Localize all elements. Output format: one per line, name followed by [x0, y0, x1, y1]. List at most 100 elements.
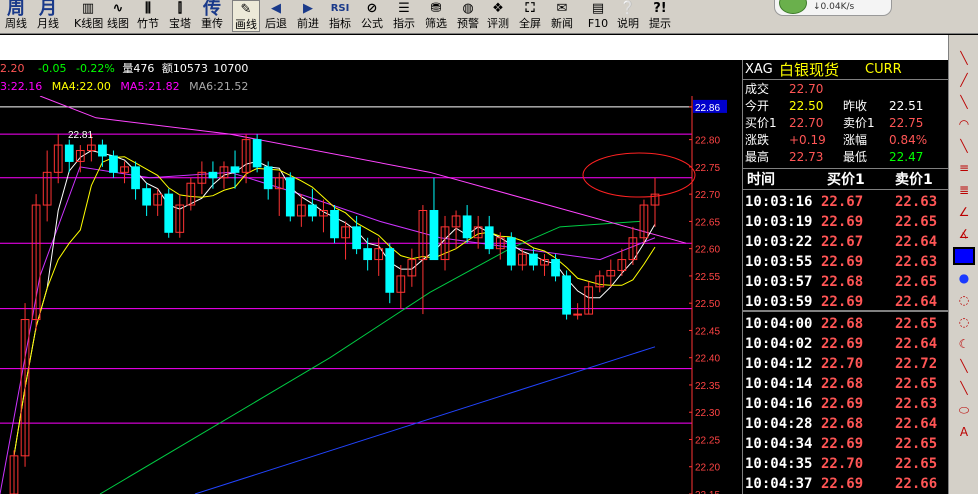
- tick-bid: 22.70: [821, 456, 864, 472]
- resend-button[interactable]: 传重传: [198, 0, 226, 32]
- candle-body: [429, 209, 439, 261]
- y-tick-label: 22.15: [695, 490, 720, 494]
- candle-body: [551, 259, 560, 277]
- tick-bid: 22.68: [821, 416, 864, 432]
- tower-label: 宝塔: [169, 17, 191, 30]
- draw-tool-icon[interactable]: ●: [953, 269, 975, 287]
- draw-tool-icon[interactable]: ◠: [953, 115, 975, 133]
- explain-button[interactable]: ❔ 说明: [614, 0, 642, 32]
- kline-label: K线图: [74, 17, 104, 30]
- chart-area[interactable]: 2.20 -0.05 -0.22% 量476 额10573 10700 3:22…: [0, 60, 742, 494]
- linechart-button[interactable]: ∿ 线图: [104, 0, 132, 32]
- alert-label: 预警: [457, 17, 479, 30]
- ma3-line: [13, 149, 656, 456]
- back-button[interactable]: ◀ 后退: [262, 0, 290, 32]
- draw-tool-icon[interactable]: ╲: [953, 379, 975, 397]
- draw-tool-icon[interactable]: ⬭: [953, 401, 975, 419]
- indicator-button[interactable]: RSI 指标: [326, 0, 354, 32]
- hint-button[interactable]: ?! 提示: [646, 0, 674, 32]
- tick-bid: 22.70: [821, 356, 864, 372]
- draw-tool-icon[interactable]: ≣: [953, 181, 975, 199]
- tick-bid: 22.68: [821, 274, 864, 290]
- tick-ask: 22.65: [895, 274, 938, 290]
- draw-tool-icon[interactable]: ╱: [953, 71, 975, 89]
- fullscreen-button[interactable]: ⛶ 全屏: [516, 0, 544, 32]
- alert-button[interactable]: ◍ 预警: [454, 0, 482, 32]
- quote-label: 最低: [843, 150, 868, 164]
- title-strip: [0, 35, 978, 60]
- kline-chart[interactable]: 22.86 22.80 22.75 22.70 22.65 22.60 22.55 22.50…: [0, 96, 742, 494]
- tick-bid: 22.69: [821, 436, 864, 452]
- draw-tool-icon[interactable]: ╲: [953, 357, 975, 375]
- quote-label: 昨收: [843, 99, 868, 113]
- quote-label: 买价1: [745, 116, 777, 130]
- draw-tool-icon[interactable]: ≡: [953, 159, 975, 177]
- ma-legend: 3:22.16 MA4:22.00 MA5:21.82 MA6:21.52: [0, 79, 742, 95]
- draw-tool-icon[interactable]: A: [953, 423, 975, 441]
- info-change-pct: -0.22%: [75, 62, 115, 75]
- monthly-label: 月线: [37, 17, 59, 30]
- tick-bid: 22.69: [821, 396, 864, 412]
- y-tick-label: 22.70: [695, 190, 720, 201]
- explain-icon: ❔: [619, 1, 637, 16]
- filter-icon: ⛃: [430, 1, 442, 16]
- info-price: 2.20: [0, 62, 25, 75]
- info-amount: 额10573: [161, 62, 208, 75]
- candle-body: [529, 253, 538, 266]
- draw-tool-icon[interactable]: ╲: [953, 93, 975, 111]
- draw-tool-icon[interactable]: ◌: [953, 291, 975, 309]
- candle-body: [285, 177, 295, 217]
- evaluate-button[interactable]: ❖ 评测: [484, 0, 512, 32]
- tick-bid: 22.67: [821, 234, 864, 250]
- draw-tool-icon[interactable]: ☾: [953, 335, 975, 353]
- fullscreen-icon: ⛶: [525, 1, 535, 16]
- filter-button[interactable]: ⛃ 筛选: [422, 0, 450, 32]
- draw-tool-icon[interactable]: ◌: [953, 313, 975, 331]
- monthly-icon: 月: [39, 0, 57, 19]
- forward-button[interactable]: ▶ 前进: [294, 0, 322, 32]
- evaluate-icon: ❖: [492, 1, 504, 16]
- bamboo-button[interactable]: ⫼ 竹节: [134, 0, 162, 32]
- candle-body: [131, 166, 140, 190]
- quote-value: 22.73: [789, 150, 824, 164]
- tick-bid: 22.67: [821, 194, 864, 210]
- candle-body: [363, 248, 373, 261]
- monthly-button[interactable]: 月月线: [34, 0, 62, 32]
- candle-body: [64, 144, 74, 162]
- weekly-button[interactable]: 周周线: [2, 0, 30, 32]
- network-speed: ↓0.04K/s: [813, 2, 855, 12]
- kline-button[interactable]: ▥ K线图: [74, 0, 104, 32]
- tower-button[interactable]: ⫿ 宝塔: [166, 0, 194, 32]
- y-tick-label: 22.20: [695, 463, 720, 474]
- filter-label: 筛选: [425, 17, 447, 30]
- draw-tool-icon[interactable]: [953, 247, 975, 265]
- quote-value: 22.50: [789, 99, 824, 113]
- draw-tool-icon[interactable]: ╲: [953, 137, 975, 155]
- tick-bid: 22.69: [821, 476, 864, 492]
- tick-ask: 22.64: [895, 234, 938, 250]
- tick-time: 10:03:59: [745, 294, 813, 310]
- tick-row: 10:03:16 22.67 22.63: [743, 192, 949, 212]
- quote-value: 22.51: [889, 99, 924, 113]
- kline-icon: ▥: [81, 1, 95, 16]
- draw-tool-icon[interactable]: ∠: [953, 203, 975, 221]
- quote-value: 22.47: [889, 150, 924, 164]
- quote-label: 成交: [745, 82, 770, 96]
- tick-row: 10:04:00 22.68 22.65: [743, 314, 949, 334]
- draw-tool-icon[interactable]: ╲: [953, 49, 975, 67]
- f10-button[interactable]: ▤ F10: [584, 0, 612, 32]
- candle-body: [308, 204, 317, 217]
- fullscreen-label: 全屏: [519, 17, 541, 30]
- candle-body: [230, 166, 240, 173]
- indicate-button[interactable]: ☰ 指示: [390, 0, 418, 32]
- quote-name: 白银现货: [779, 61, 840, 79]
- tick-time: 10:04:35: [745, 456, 813, 472]
- news-button[interactable]: ✉ 新闻: [548, 0, 576, 32]
- ma4-line: [13, 156, 656, 456]
- tick-time: 10:04:02: [745, 336, 813, 352]
- draw-tool-icon[interactable]: ∡: [953, 225, 975, 243]
- draw-line-button[interactable]: ✎ 画线: [232, 0, 260, 32]
- price-info-line: 2.20 -0.05 -0.22% 量476 额10573 10700: [0, 60, 742, 78]
- formula-button[interactable]: ⊘ 公式: [358, 0, 386, 32]
- tick-ask: 22.65: [895, 436, 938, 452]
